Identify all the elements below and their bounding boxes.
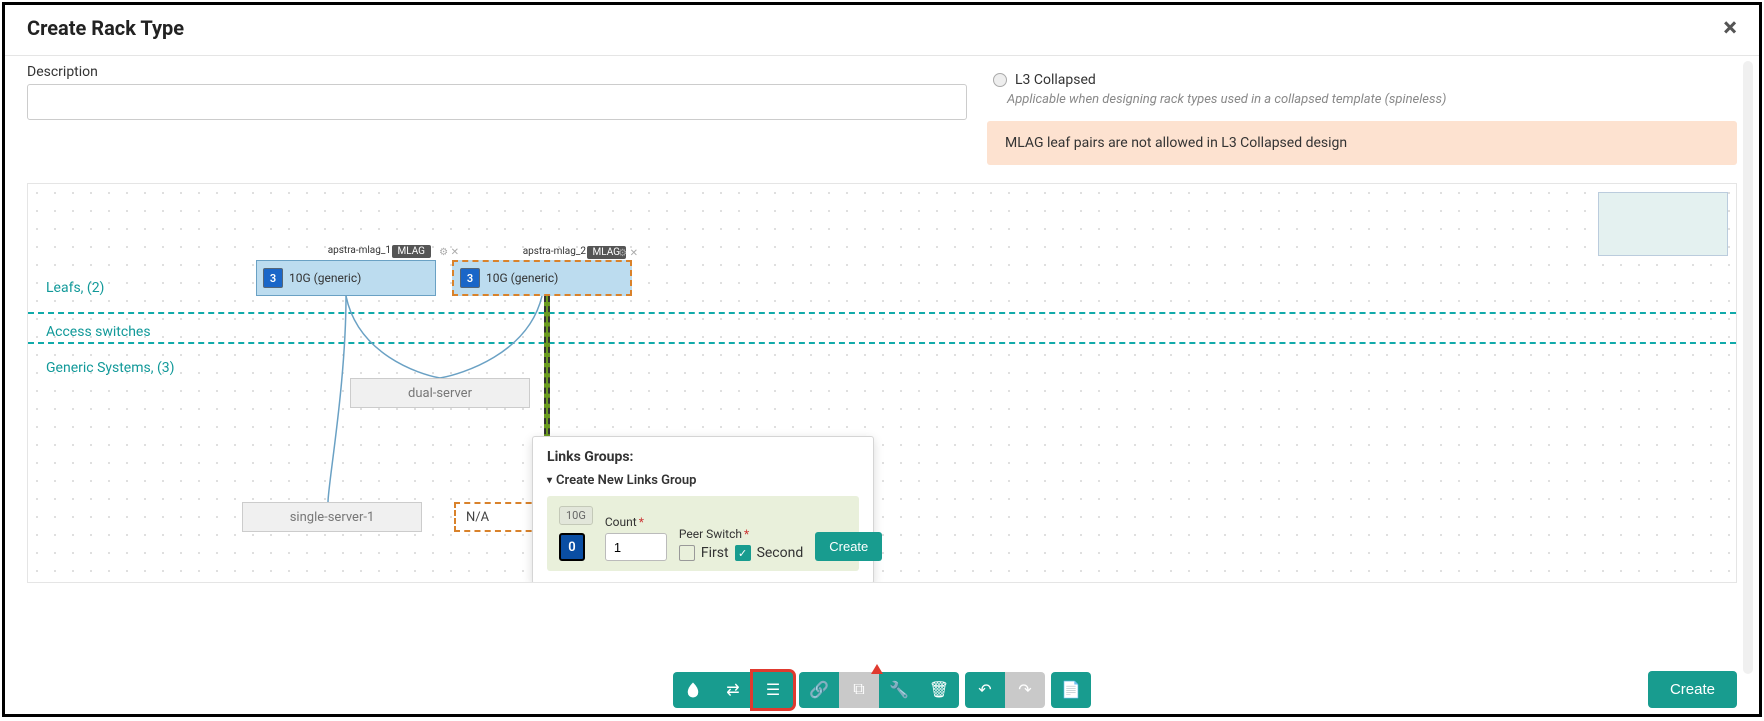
leaf-1-text: 10G (generic) [289, 271, 429, 285]
peer-first-checkbox[interactable] [679, 545, 695, 561]
leaf-icon[interactable] [673, 672, 713, 708]
topology-canvas[interactable]: + − ⟲ Leafs, (2) Access switches Generic… [27, 183, 1737, 583]
l3-collapsed-radio[interactable] [993, 73, 1007, 87]
popup-create-button[interactable]: Create [815, 532, 882, 561]
required-icon: * [639, 515, 644, 529]
leaf-1-actions[interactable]: ⚙ ✕ [439, 247, 459, 258]
zoom-out-icon[interactable]: − [1735, 221, 1737, 237]
link-icon[interactable]: 🔗 [799, 672, 839, 708]
leaf-2-text: 10G (generic) [486, 271, 624, 285]
single-server-2-label: N/A [466, 510, 489, 525]
peer-switch-label: Peer Switch [679, 527, 742, 541]
trash-icon[interactable]: 🗑 [919, 672, 959, 708]
popup-subtitle[interactable]: Create New Links Group [547, 473, 859, 488]
copy-icon[interactable]: ⧉ [839, 672, 879, 708]
links-groups-popup: Links Groups: Create New Links Group 10G… [532, 436, 874, 583]
peer-second-checkbox[interactable]: ✓ [735, 545, 751, 561]
page-title: Create Rack Type [27, 16, 184, 40]
warning-icon [871, 664, 883, 674]
scrollbar[interactable] [1743, 61, 1753, 674]
create-button[interactable]: Create [1648, 671, 1737, 708]
undo-icon[interactable]: ↶ [965, 672, 1005, 708]
list-icon[interactable]: ☰ [753, 672, 793, 708]
links-count-zero[interactable]: 0 [559, 533, 585, 561]
lane-divider [28, 342, 1736, 344]
lane-access-label: Access switches [46, 324, 151, 340]
count-label: Count [605, 515, 637, 529]
leaf-node-2[interactable]: apstra-mlag_2 MLAG ⚙ ✕ 3 10G (generic) [452, 260, 632, 296]
lane-divider [28, 312, 1736, 314]
doc-icon[interactable]: 📄 [1051, 672, 1091, 708]
leaf-2-name: apstra-mlag_2 [523, 246, 586, 257]
l3-collapsed-help: Applicable when designing rack types use… [1007, 92, 1737, 107]
zoom-reset-icon[interactable]: ⟲ [1735, 241, 1737, 257]
speed-chip[interactable]: 10G [559, 506, 593, 525]
zoom-in-icon[interactable]: + [1735, 201, 1737, 217]
single-server-1-label: single-server-1 [290, 510, 375, 525]
required-icon: * [744, 527, 749, 541]
lane-generic-label: Generic Systems, (3) [46, 360, 175, 376]
leaf-1-badge: 3 [263, 268, 283, 288]
dual-server-label: dual-server [408, 386, 472, 401]
description-label: Description [27, 64, 967, 80]
peer-first-label: First [701, 545, 729, 561]
wrench-icon[interactable]: 🔧 [879, 672, 919, 708]
l3-collapsed-label: L3 Collapsed [1015, 72, 1096, 88]
popup-title: Links Groups: [547, 449, 859, 465]
lane-leafs-label: Leafs, (2) [46, 280, 104, 296]
leaf-1-name: apstra-mlag_1 [328, 245, 391, 256]
leaf-2-badge: 3 [460, 268, 480, 288]
redo-icon[interactable]: ↷ [1005, 672, 1045, 708]
single-server-1-node[interactable]: single-server-1 [242, 502, 422, 532]
leaf-2-actions[interactable]: ⚙ ✕ [618, 248, 638, 259]
close-icon[interactable]: × [1723, 15, 1737, 41]
leaf-1-tag: MLAG [392, 245, 432, 258]
peer-second-label: Second [757, 545, 804, 561]
mini-map[interactable]: + − ⟲ [1598, 192, 1728, 256]
swap-icon[interactable]: ⇄ [713, 672, 753, 708]
mlag-warning: MLAG leaf pairs are not allowed in L3 Co… [987, 121, 1737, 165]
leaf-node-1[interactable]: apstra-mlag_1 MLAG ⚙ ✕ 3 10G (generic) [256, 260, 436, 296]
count-input[interactable] [605, 533, 667, 561]
dual-server-node[interactable]: dual-server [350, 378, 530, 408]
description-input[interactable] [27, 84, 967, 120]
